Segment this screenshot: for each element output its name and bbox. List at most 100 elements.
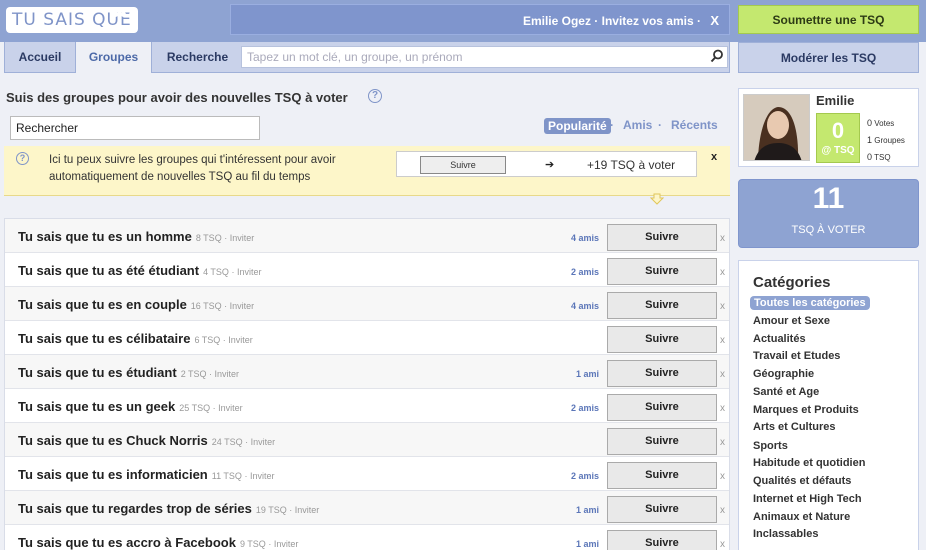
user-bar: Emilie Ogez · Invitez vos amis · X (230, 4, 730, 35)
close-button[interactable]: X (710, 13, 719, 28)
tab-accueil[interactable]: Accueil (5, 42, 75, 72)
invite-link[interactable]: Inviter (218, 403, 243, 413)
invite-link[interactable]: Inviter (251, 437, 276, 447)
group-title[interactable]: Tu sais que tu es célibataire (18, 331, 190, 346)
dismiss-button[interactable]: x (720, 267, 725, 278)
group-title[interactable]: Tu sais que tu es informaticien (18, 467, 208, 482)
submit-tsq-button[interactable]: Soumettre une TSQ (738, 5, 919, 34)
categories-title: Catégories (753, 274, 831, 291)
group-title[interactable]: Tu sais que tu regardes trop de séries (18, 501, 252, 516)
logo[interactable]: TU SAIS QUE (6, 7, 138, 33)
friends-count[interactable]: 2 amis (571, 267, 599, 277)
group-title[interactable]: Tu sais que tu as été étudiant (18, 263, 199, 278)
info-icon: ? (16, 152, 29, 165)
dismiss-button[interactable]: x (720, 505, 725, 516)
group-title[interactable]: Tu sais que tu es un homme (18, 229, 192, 244)
category-item[interactable]: Internet et High Tech (753, 493, 862, 505)
friends-count[interactable]: 4 amis (571, 233, 599, 243)
sort-recent[interactable]: Récents (671, 118, 718, 132)
group-title[interactable]: Tu sais que tu es accro à Facebook (18, 535, 236, 550)
category-item[interactable]: Amour et Sexe (753, 315, 830, 327)
category-item[interactable]: Qualités et défauts (753, 475, 851, 487)
page-title: Suis des groupes pour avoir des nouvelle… (6, 90, 348, 105)
category-item[interactable]: Habitude et quotidien (753, 457, 865, 469)
group-row: Tu sais que tu es accro à Facebook 9 TSQ … (5, 525, 729, 550)
follow-button[interactable]: Suivre (607, 496, 717, 523)
follow-button[interactable]: Suivre (607, 326, 717, 353)
info-text: Ici tu peux suivre les groupes qui t'int… (49, 154, 336, 183)
follow-button[interactable]: Suivre (607, 394, 717, 421)
group-search-field[interactable] (10, 116, 260, 140)
arrow-down-icon (650, 193, 664, 205)
stat-label: Votes (874, 119, 895, 128)
to-vote-count: 11 (812, 182, 845, 215)
category-item[interactable]: Sports (753, 440, 788, 452)
invite-link[interactable]: Inviter (295, 505, 320, 515)
group-count: 9 TSQ (239, 539, 266, 549)
search-input[interactable] (241, 46, 728, 68)
category-item[interactable]: Géographie (753, 368, 814, 380)
group-title[interactable]: Tu sais que tu es étudiant (18, 365, 177, 380)
user-links[interactable]: Emilie Ogez · Invitez vos amis · (523, 14, 701, 28)
invite-link[interactable]: Inviter (250, 471, 275, 481)
dismiss-button[interactable]: x (720, 539, 725, 550)
dismiss-button[interactable]: x (720, 437, 725, 448)
dismiss-button[interactable]: x (720, 471, 725, 482)
groups-list: Tu sais que tu es un homme 8 TSQ · Invite… (4, 218, 730, 550)
follow-button[interactable]: Suivre (607, 258, 717, 285)
stat-value: 1 (867, 135, 873, 145)
sort-popularity[interactable]: Popularité (544, 118, 611, 134)
follow-button[interactable]: Suivre (607, 360, 717, 387)
dismiss-button[interactable]: x (720, 369, 725, 380)
invite-link[interactable]: Inviter (274, 539, 299, 549)
avatar[interactable] (743, 94, 810, 161)
category-item[interactable]: Actualités (753, 333, 806, 345)
moderate-tsq-button[interactable]: Modérer les TSQ (738, 42, 919, 73)
to-vote-button[interactable]: 11 TSQ À VOTER (738, 179, 919, 248)
group-title[interactable]: Tu sais que tu es en couple (18, 297, 187, 312)
follow-button[interactable]: Suivre (607, 428, 717, 455)
invite-link[interactable]: Inviter (237, 267, 262, 277)
follow-button[interactable]: Suivre (607, 530, 717, 550)
friends-count[interactable]: 4 amis (571, 301, 599, 311)
dismiss-button[interactable]: x (720, 403, 725, 414)
category-item[interactable]: Animaux et Nature (753, 511, 850, 523)
group-title[interactable]: Tu sais que tu es un geek (18, 399, 175, 414)
search-icon[interactable] (710, 49, 724, 63)
demo-follow-button: Suivre (420, 156, 506, 174)
demo-result: +19 TSQ à voter (587, 158, 676, 172)
follow-button[interactable]: Suivre (607, 462, 717, 489)
group-title[interactable]: Tu sais que tu es Chuck Norris (18, 433, 208, 448)
dismiss-button[interactable]: x (720, 233, 725, 244)
friends-count[interactable]: 2 amis (571, 471, 599, 481)
follow-button[interactable]: Suivre (607, 292, 717, 319)
category-item[interactable]: Santé et Age (753, 386, 819, 398)
group-row: Tu sais que tu es Chuck Norris 24 TSQ · I… (5, 423, 729, 457)
friends-count[interactable]: 1 ami (576, 505, 599, 515)
friends-count[interactable]: 1 ami (576, 369, 599, 379)
help-icon[interactable]: ? (368, 89, 382, 103)
info-close-button[interactable]: x (711, 151, 717, 163)
stat-label: Groupes (874, 136, 905, 145)
friends-count[interactable]: 2 amis (571, 403, 599, 413)
dismiss-button[interactable]: x (720, 301, 725, 312)
category-item[interactable]: Travail et Etudes (753, 350, 840, 362)
invite-link[interactable]: Inviter (215, 369, 240, 379)
group-row: Tu sais que tu es célibataire 6 TSQ · Inv… (5, 321, 729, 355)
friends-count[interactable]: 1 ami (576, 539, 599, 549)
tab-recherche[interactable]: Recherche (155, 42, 240, 72)
sort-friends[interactable]: Amis (623, 118, 652, 132)
invite-link[interactable]: Inviter (230, 233, 255, 243)
category-item[interactable]: Marques et Produits (753, 404, 859, 416)
dismiss-button[interactable]: x (720, 335, 725, 346)
profile-name[interactable]: Emilie (816, 93, 854, 108)
category-item-all[interactable]: Toutes les catégories (750, 296, 870, 310)
category-item[interactable]: Arts et Cultures (753, 421, 836, 433)
score-label: @ TSQ (821, 145, 855, 156)
tab-groupes[interactable]: Groupes (75, 42, 152, 73)
category-item[interactable]: Inclassables (753, 528, 818, 540)
follow-button[interactable]: Suivre (607, 224, 717, 251)
invite-link[interactable]: Inviter (230, 301, 255, 311)
invite-link[interactable]: Inviter (228, 335, 253, 345)
to-vote-label: TSQ À VOTER (791, 224, 866, 236)
